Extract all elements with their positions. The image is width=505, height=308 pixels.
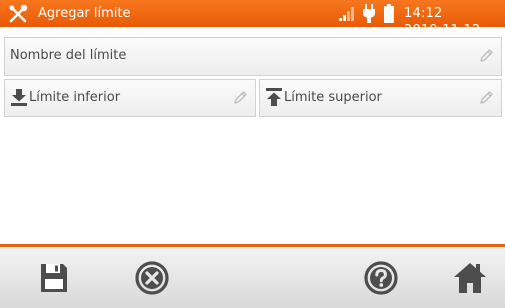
upper-limit-field[interactable]: Límite superior — [259, 79, 502, 117]
home-button[interactable] — [452, 260, 488, 296]
limit-name-label: Nombre del límite — [10, 48, 127, 63]
home-icon — [454, 263, 486, 293]
cancel-button[interactable] — [134, 260, 170, 296]
pencil-icon — [234, 91, 247, 104]
signal-icon — [339, 7, 354, 21]
help-button[interactable] — [363, 260, 399, 296]
pencil-icon — [480, 91, 493, 104]
pencil-icon — [480, 49, 493, 62]
bottom-bar — [0, 247, 505, 308]
plug-icon — [363, 4, 375, 23]
datetime: 14:12 2019.11.12 — [404, 6, 481, 38]
download-arrow-icon — [11, 89, 27, 106]
cancel-icon — [135, 261, 169, 295]
upload-arrow-icon — [266, 88, 282, 106]
help-icon — [364, 261, 398, 295]
lower-limit-label: Límite inferior — [29, 90, 121, 105]
save-button[interactable] — [36, 260, 72, 296]
upper-limit-label: Límite superior — [284, 90, 382, 105]
lower-limit-field[interactable]: Límite inferior — [4, 79, 256, 117]
status-bar: Agregar límite 14:12 2019.11.12 — [0, 0, 505, 38]
limit-name-field[interactable]: Nombre del límite — [4, 37, 502, 76]
battery-icon — [384, 4, 394, 23]
save-icon — [41, 264, 67, 292]
tools-icon — [9, 4, 28, 23]
page-title: Agregar límite — [38, 6, 131, 21]
